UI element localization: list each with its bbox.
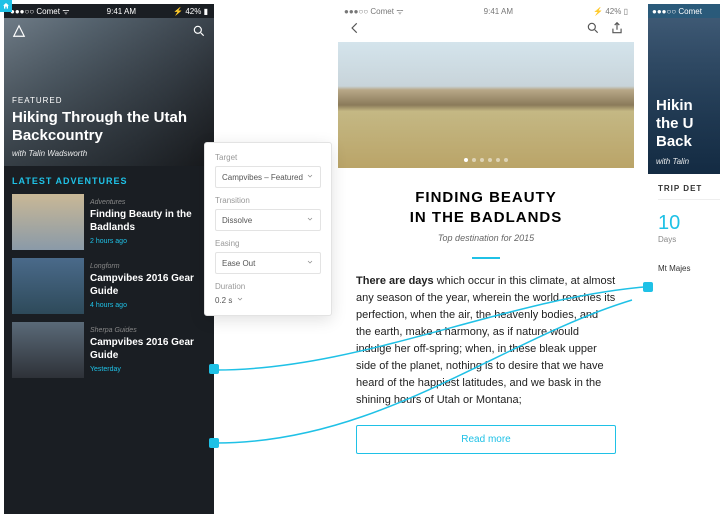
home-icon[interactable]: [0, 0, 12, 12]
item-title: Campvibes 2016 Gear Guide: [90, 336, 206, 362]
list-item[interactable]: Adventures Finding Beauty in the Badland…: [4, 194, 214, 258]
divider: [472, 257, 500, 259]
app-logo-icon[interactable]: [12, 24, 26, 43]
status-bar: ●●●○○ Comet ᯤ 9:41 AM ⚡ 42% ▮: [4, 4, 214, 18]
transition-label: Transition: [215, 196, 321, 205]
status-bar: ●●●○○ Comet ᯤ 9:41 AM ⚡ 42% ▯: [338, 4, 634, 18]
duration-label: Duration: [215, 282, 321, 291]
duration-value[interactable]: 0.2 s: [215, 295, 321, 305]
link-handle[interactable]: [643, 282, 653, 292]
item-title: Finding Beauty in the Badlands: [90, 208, 206, 234]
chevron-down-icon: [236, 295, 244, 305]
featured-title: Hiking Through the Utah Backcountry: [12, 109, 206, 145]
share-icon[interactable]: [610, 21, 624, 40]
search-icon[interactable]: [586, 21, 600, 40]
link-handle[interactable]: [209, 364, 219, 374]
section-header: LATEST ADVENTURES: [4, 166, 214, 194]
screen-feed: ●●●○○ Comet ᯤ 9:41 AM ⚡ 42% ▮ FEATURED H…: [4, 4, 214, 514]
screen-article: ●●●○○ Comet ᯤ 9:41 AM ⚡ 42% ▯ FINDING BE…: [338, 4, 634, 514]
item-title: Campvibes 2016 Gear Guide: [90, 272, 206, 298]
chevron-down-icon: [306, 172, 314, 182]
link-handle[interactable]: [209, 438, 219, 448]
featured-author: with Talin Wadsworth: [12, 149, 206, 158]
list-item[interactable]: Longform Campvibes 2016 Gear Guide 4 hou…: [4, 258, 214, 322]
trip-location: Mt Majes: [658, 264, 720, 273]
item-category: Longform: [90, 263, 206, 270]
stat-number: 10: [658, 212, 720, 235]
item-category: Sherpa Guides: [90, 327, 206, 334]
thumbnail: [12, 194, 84, 250]
article-hero-image[interactable]: [338, 42, 634, 168]
easing-select[interactable]: Ease Out: [215, 252, 321, 274]
chevron-down-icon: [306, 258, 314, 268]
item-time: Yesterday: [90, 366, 206, 373]
thumbnail: [12, 322, 84, 378]
back-icon[interactable]: [348, 21, 362, 40]
transition-select[interactable]: Dissolve: [215, 209, 321, 231]
easing-label: Easing: [215, 239, 321, 248]
list-item[interactable]: Sherpa Guides Campvibes 2016 Gear Guide …: [4, 322, 214, 386]
carousel-dots[interactable]: [338, 158, 634, 162]
search-icon[interactable]: [192, 24, 206, 43]
panel-header: TRIP DET: [658, 184, 720, 200]
trip-author: with Talin: [656, 157, 720, 166]
trip-title: Hikinthe UBack: [656, 97, 720, 151]
target-select[interactable]: Campvibes – Featured: [215, 166, 321, 188]
item-category: Adventures: [90, 199, 206, 206]
featured-hero[interactable]: FEATURED Hiking Through the Utah Backcou…: [4, 18, 214, 166]
status-bar: ●●●○○ Comet: [648, 4, 720, 18]
target-label: Target: [215, 153, 321, 162]
item-time: 2 hours ago: [90, 238, 206, 245]
stat-label: Days: [658, 235, 720, 244]
article-body: There are days which occur in this clima…: [356, 273, 616, 409]
item-time: 4 hours ago: [90, 302, 206, 309]
trip-hero[interactable]: Hikinthe UBack with Talin: [648, 18, 720, 174]
featured-tag: FEATURED: [12, 96, 206, 105]
chevron-down-icon: [306, 215, 314, 225]
article-title: FINDING BEAUTYIN THE BADLANDS: [356, 188, 616, 227]
nav-bar: [338, 18, 634, 42]
interaction-popover[interactable]: Target Campvibes – Featured Transition D…: [204, 142, 332, 316]
trip-stat: 10 Days: [658, 212, 720, 244]
read-more-button[interactable]: Read more: [356, 425, 616, 454]
thumbnail: [12, 258, 84, 314]
screen-trip-detail: ●●●○○ Comet Hikinthe UBack with Talin TR…: [648, 4, 720, 514]
article-subtitle: Top destination for 2015: [356, 233, 616, 243]
